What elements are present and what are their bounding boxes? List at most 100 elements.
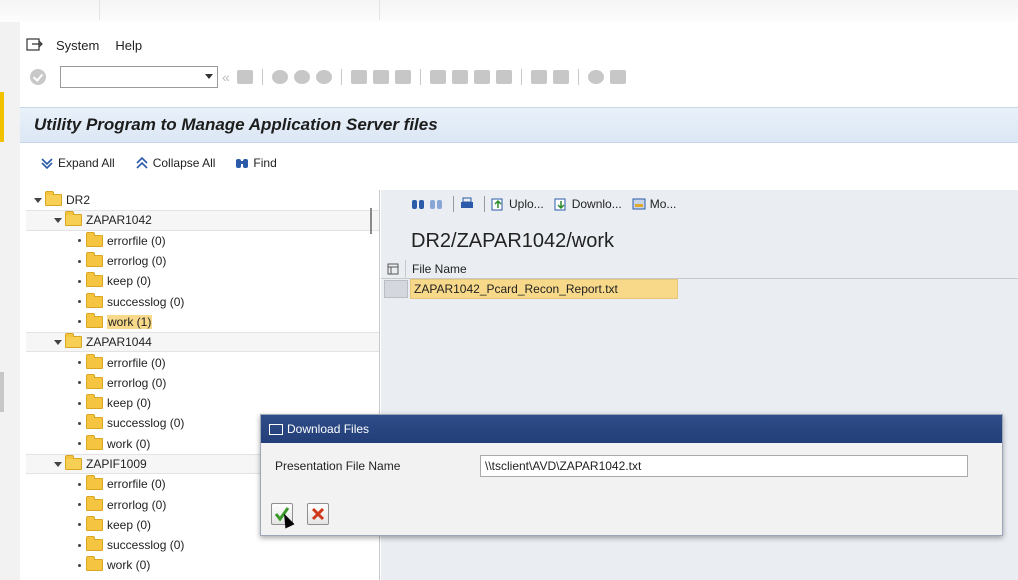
tree-node-label: work (0) [107, 558, 151, 573]
exit-icon [293, 70, 310, 84]
tree-node-label: keep (0) [107, 274, 152, 289]
expand-triangle-icon[interactable] [54, 339, 62, 345]
open-folder-icon [65, 455, 82, 470]
tree-node-label: keep (0) [107, 517, 152, 532]
find-icon[interactable] [411, 197, 425, 211]
expand-all-button[interactable]: Expand All [40, 156, 115, 170]
enter-icon[interactable] [30, 69, 46, 85]
tree-node[interactable]: errorfile (0) [26, 231, 379, 251]
tree-node[interactable]: work (1) [26, 312, 379, 332]
system-toolbar: « [20, 62, 1018, 92]
help-icon [587, 70, 604, 84]
more-label: Mo... [649, 197, 677, 211]
tree-node[interactable]: DR2 [26, 190, 379, 210]
application-toolbar: Expand All Collapse All Find [20, 146, 1018, 180]
dialog-window-icon [269, 423, 283, 435]
find-button[interactable]: Find [235, 156, 277, 170]
tree-node[interactable]: work (0) [26, 555, 379, 575]
find-label: Find [253, 156, 277, 170]
expand-triangle-icon[interactable] [54, 217, 62, 223]
tree-node[interactable]: errorlog (0) [26, 251, 379, 271]
open-folder-icon [45, 191, 62, 207]
tree-node-label: errorlog (0) [107, 375, 167, 390]
find-icon [372, 70, 389, 84]
more-button[interactable]: Mo... [632, 197, 677, 211]
move-icon [632, 197, 646, 211]
tree-node[interactable]: keep (0) [26, 271, 379, 291]
dialog-title: Download Files [287, 422, 370, 436]
leaf-bullet-icon [78, 563, 81, 567]
grid-header: File Name [381, 259, 1018, 279]
cancel-button[interactable] [307, 503, 329, 525]
shortcut-icon [552, 70, 569, 84]
select-all-icon[interactable] [381, 260, 405, 279]
tree-node[interactable]: errorlog (0) [26, 373, 379, 393]
file-name-cell[interactable]: ZAPAR1042_Pcard_Recon_Report.txt [410, 279, 678, 299]
new-session-icon [530, 70, 547, 84]
folder-icon [86, 536, 103, 552]
tree-node[interactable]: errorfile (0) [26, 352, 379, 372]
download-label: Downlo... [571, 197, 622, 211]
page-title: Utility Program to Manage Application Se… [34, 115, 438, 134]
download-button[interactable]: Downlo... [554, 197, 622, 211]
folder-icon [86, 272, 103, 288]
command-field[interactable] [60, 66, 218, 88]
last-page-icon [495, 70, 512, 84]
toolbar-separator [261, 69, 263, 85]
tree-node[interactable]: keep (0) [26, 393, 379, 413]
expand-triangle-icon[interactable] [34, 197, 42, 203]
expand-triangle-icon[interactable] [54, 461, 62, 467]
folder-icon [86, 353, 103, 369]
folder-icon [86, 475, 103, 491]
tree-node-label: successlog (0) [107, 416, 185, 431]
tree-node-label: work (0) [107, 436, 151, 451]
folder-icon [86, 231, 103, 247]
chevron-down-icon[interactable] [205, 74, 213, 79]
find-next-icon[interactable] [429, 197, 443, 211]
tree-node-label: successlog (0) [107, 538, 185, 553]
save-icon [236, 70, 253, 84]
edge-marker [0, 92, 4, 142]
find-next-icon [394, 70, 411, 84]
tree-node[interactable]: ZAPAR1042 [26, 210, 379, 231]
folder-icon [86, 434, 103, 450]
folder-icon [86, 515, 103, 531]
layout-icon [609, 70, 626, 84]
upload-icon [491, 197, 505, 211]
sap-window: System Help « Utility Program to Manage … [0, 0, 1018, 580]
leaf-bullet-icon [78, 421, 81, 425]
tree-node-label: errorfile (0) [107, 477, 166, 492]
tree-node[interactable]: successlog (0) [26, 291, 379, 311]
collapse-all-button[interactable]: Collapse All [135, 156, 215, 170]
close-icon [311, 507, 325, 521]
strip-segment [0, 0, 100, 20]
expand-all-label: Expand All [58, 156, 115, 170]
toolbar-separator [577, 69, 579, 85]
menu-help[interactable]: Help [115, 38, 142, 53]
row-selector[interactable] [384, 280, 408, 298]
file-panel-toolbar: Uplo... Downlo... Mo... [381, 190, 1018, 218]
presentation-file-name-input[interactable] [480, 455, 968, 477]
folder-icon [86, 414, 103, 430]
toolbar-separator [484, 196, 485, 212]
tree-node-label: errorlog (0) [107, 254, 167, 269]
print-icon[interactable] [460, 197, 474, 211]
splitter-handle[interactable] [370, 208, 372, 234]
edge-marker [0, 372, 4, 412]
tree-node-label: ZAPAR1042 [86, 213, 152, 228]
menu-bar: System Help [20, 30, 1018, 60]
leaf-bullet-icon [78, 482, 81, 486]
table-row[interactable]: ZAPAR1042_Pcard_Recon_Report.txt [381, 279, 1018, 299]
upload-button[interactable]: Uplo... [491, 197, 544, 211]
menu-system[interactable]: System [56, 38, 99, 53]
tree-node[interactable]: ZAPAR1044 [26, 332, 379, 353]
tree-node-label: ZAPAR1044 [86, 335, 152, 350]
menu-exit-icon[interactable] [26, 38, 44, 52]
tree-node[interactable]: successlog (0) [26, 535, 379, 555]
leaf-bullet-icon [78, 401, 81, 405]
column-file-name[interactable]: File Name [405, 259, 673, 279]
tree-node-label: ZAPIF1009 [86, 457, 147, 471]
toolbar-separator [520, 69, 522, 85]
folder-icon [86, 312, 103, 328]
toolbar-separator [340, 69, 342, 85]
